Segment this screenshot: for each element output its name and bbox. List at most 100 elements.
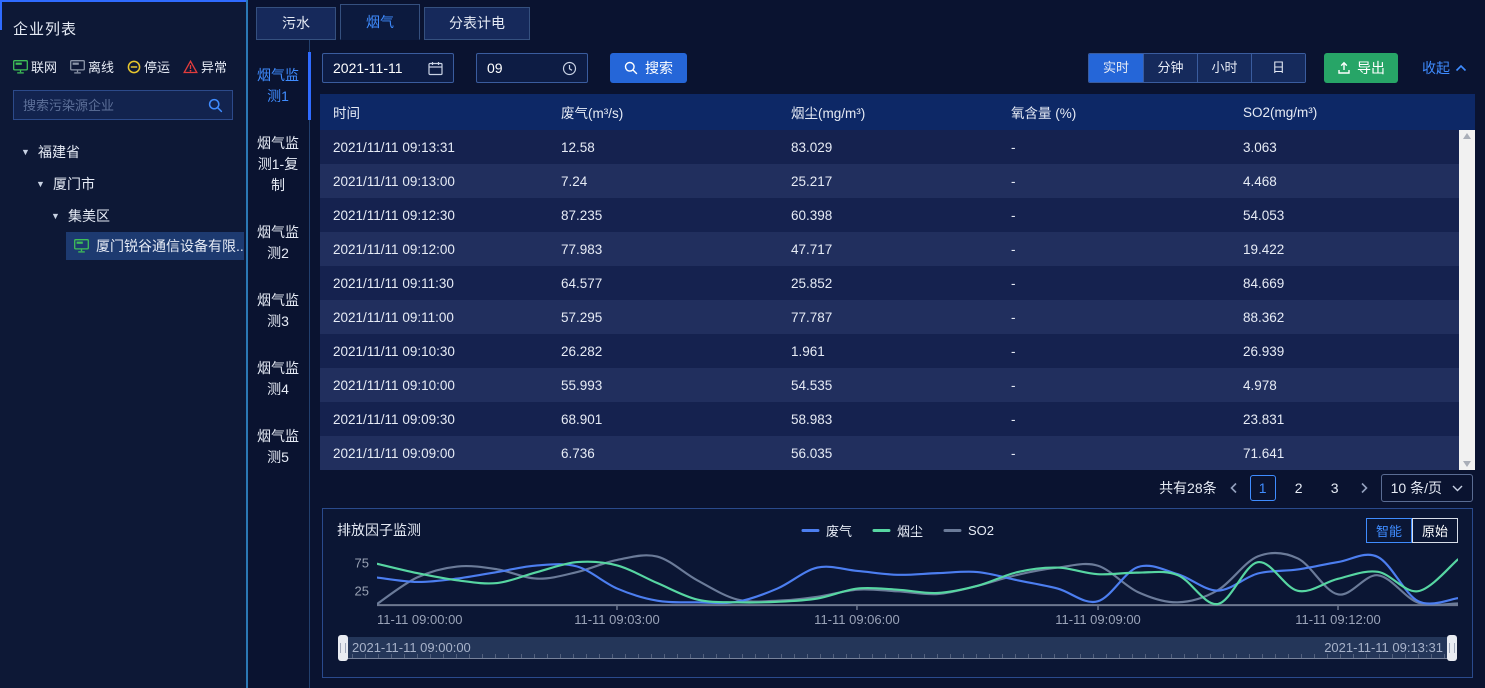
legend-line-icon [801, 529, 819, 532]
page-number-3[interactable]: 3 [1322, 475, 1348, 501]
granularity-实时[interactable]: 实时 [1089, 54, 1143, 82]
table-cell: - [998, 276, 1230, 291]
station-tab[interactable]: 烟气监测2 [248, 209, 311, 277]
tree-node-label: 福建省 [38, 142, 80, 162]
table-cell: 2021/11/11 09:13:31 [320, 140, 548, 155]
station-tab[interactable]: 烟气监测3 [248, 277, 311, 345]
station-tab[interactable]: 烟气监测1-复制 [248, 120, 311, 209]
legend-label: 废气 [826, 521, 852, 540]
status-legend-item: 停运 [127, 57, 170, 76]
slider-left-handle[interactable] [338, 635, 348, 661]
collapse-label: 收起 [1422, 58, 1450, 78]
chart-mode-智能[interactable]: 智能 [1366, 518, 1412, 543]
table-cell: - [998, 310, 1230, 325]
station-tab[interactable]: 烟气监测1 [248, 52, 311, 120]
tree-node[interactable]: ▼ 福建省 [21, 136, 233, 168]
search-icon[interactable] [208, 98, 223, 113]
tree-node[interactable]: ▼集美区 [51, 200, 233, 232]
status-legend-item: 异常 [183, 57, 227, 76]
table-header: 时间废气(m³/s)烟尘(mg/m³)氧含量 (%)SO2(mg/m³) [320, 94, 1475, 130]
legend-item-烟尘[interactable]: 烟尘 [872, 521, 923, 540]
page-number-2[interactable]: 2 [1286, 475, 1312, 501]
top-tab-bar: 污水烟气分表计电 [248, 0, 1485, 40]
table-row: 2021/11/11 09:11:3064.57725.852-84.669 [320, 266, 1459, 300]
table-body: 2021/11/11 09:13:3112.5883.029-3.0632021… [320, 130, 1475, 470]
chart-header: 排放因子监测 废气烟尘SO2 智能原始 [337, 515, 1458, 545]
table-cell: 25.217 [778, 174, 998, 189]
table-row: 2021/11/11 09:10:0055.99354.535-4.978 [320, 368, 1459, 402]
table-cell: 2021/11/11 09:11:00 [320, 310, 548, 325]
table-cell: 26.939 [1230, 344, 1459, 359]
enterprise-tree: ▼福建省▼厦门市▼集美区厦门锐谷通信设备有限... [13, 136, 233, 260]
chart-mode-原始[interactable]: 原始 [1412, 518, 1458, 543]
tree-node-label: 厦门锐谷通信设备有限... [96, 236, 244, 256]
top-tab-分表计电[interactable]: 分表计电 [424, 7, 530, 40]
table-cell: 4.978 [1230, 378, 1459, 393]
table-cell: 6.736 [548, 446, 778, 461]
time-range-slider[interactable]: 2021-11-11 09:00:00 2021-11-11 09:13:31 [339, 637, 1456, 659]
station-tab-strip: 烟气监测1烟气监测1-复制烟气监测2烟气监测3烟气监测4烟气监测5 [248, 40, 310, 688]
top-tab-污水[interactable]: 污水 [256, 7, 336, 40]
granularity-group: 实时分钟小时日 [1088, 53, 1306, 83]
collapse-toggle[interactable]: 收起 [1422, 58, 1467, 78]
scroll-down-icon[interactable] [1463, 461, 1471, 467]
granularity-日[interactable]: 日 [1251, 54, 1305, 82]
prev-page-icon[interactable] [1229, 482, 1238, 494]
table-cell: - [998, 208, 1230, 223]
table-cell: 2021/11/11 09:12:00 [320, 242, 548, 257]
granularity-分钟[interactable]: 分钟 [1143, 54, 1197, 82]
export-button[interactable]: 导出 [1324, 53, 1398, 83]
table-cell: 2021/11/11 09:12:30 [320, 208, 548, 223]
table-cell: 4.468 [1230, 174, 1459, 189]
next-page-icon[interactable] [1360, 482, 1369, 494]
y-tick-label: 75 [355, 556, 369, 571]
legend-item-SO2[interactable]: SO2 [943, 523, 994, 538]
granularity-小时[interactable]: 小时 [1197, 54, 1251, 82]
hour-picker[interactable]: 09 [476, 53, 588, 83]
tree-expand-icon[interactable]: ▼ [51, 211, 61, 221]
page-size-select[interactable]: 10 条/页 [1381, 474, 1473, 502]
scroll-up-icon[interactable] [1463, 133, 1471, 139]
table-cell: - [998, 378, 1230, 393]
search-button-label: 搜索 [645, 58, 673, 78]
table-cell: 7.24 [548, 174, 778, 189]
monitor-content: 2021-11-11 09 [310, 40, 1485, 688]
chart-legend: 废气 烟尘 SO2 [801, 521, 994, 540]
table-cell: 47.717 [778, 242, 998, 257]
table-cell: 57.295 [548, 310, 778, 325]
date-picker[interactable]: 2021-11-11 [322, 53, 454, 83]
page-number-1[interactable]: 1 [1250, 475, 1276, 501]
tree-node[interactable]: ▼厦门市 [36, 168, 233, 200]
tree-expand-icon[interactable]: ▼ [21, 147, 31, 157]
table-cell: 58.983 [778, 412, 998, 427]
legend-item-废气[interactable]: 废气 [801, 521, 852, 540]
table-scrollbar[interactable] [1459, 130, 1475, 470]
top-tab-烟气[interactable]: 烟气 [340, 4, 420, 40]
table-cell: - [998, 412, 1230, 427]
x-tick-label: 11-11 09:12:00 [1295, 612, 1381, 627]
table-cell: 71.641 [1230, 446, 1459, 461]
y-tick-label: 25 [355, 584, 369, 599]
export-label: 导出 [1357, 58, 1385, 78]
query-toolbar: 2021-11-11 09 [320, 48, 1475, 88]
slider-right-handle[interactable] [1447, 635, 1457, 661]
pagination: 共有28条 123 10 条/页 [320, 470, 1475, 506]
calendar-icon [428, 61, 443, 76]
table-cell: 68.901 [548, 412, 778, 427]
enterprise-search-input[interactable] [23, 98, 208, 113]
tree-node-selected[interactable]: 厦门锐谷通信设备有限... [66, 232, 244, 260]
sidebar-title: 企业列表 [13, 18, 233, 39]
search-button[interactable]: 搜索 [610, 53, 687, 83]
station-tab[interactable]: 烟气监测4 [248, 345, 311, 413]
table-cell: 84.669 [1230, 276, 1459, 291]
tree-expand-icon[interactable]: ▼ [36, 179, 46, 189]
legend-label: 烟尘 [897, 521, 923, 540]
status-legend-label: 离线 [88, 57, 114, 76]
status-legend-label: 联网 [31, 57, 57, 76]
table-row: 2021/11/11 09:13:007.2425.217-4.468 [320, 164, 1459, 198]
table-cell: 2021/11/11 09:10:00 [320, 378, 548, 393]
station-tab[interactable]: 烟气监测5 [248, 413, 311, 481]
status-legend: 联网 离线停运异常 [13, 57, 233, 76]
table-row: 2021/11/11 09:12:3087.23560.398-54.053 [320, 198, 1459, 232]
table-cell: 26.282 [548, 344, 778, 359]
